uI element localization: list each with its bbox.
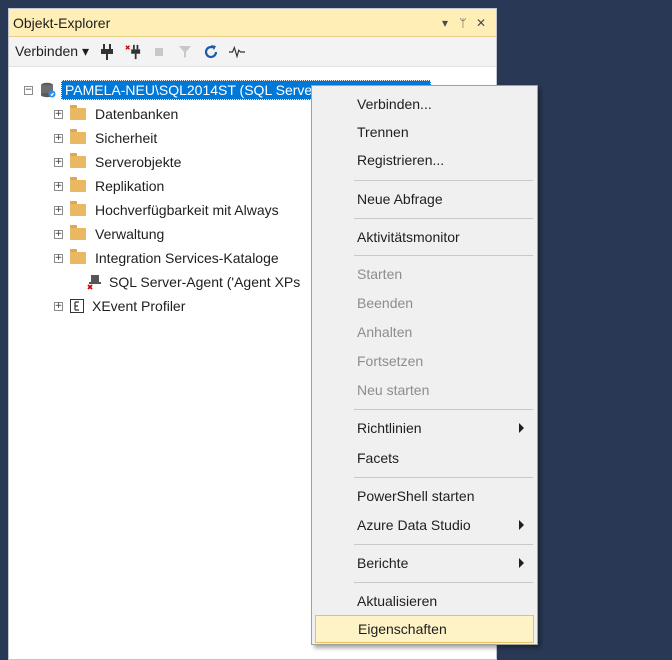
menu-item-label: Neue Abfrage [357, 191, 443, 207]
menu-separator [354, 582, 533, 583]
submenu-arrow-icon [519, 558, 524, 568]
menu-item-label: Aktualisieren [357, 593, 438, 609]
menu-item-properties[interactable]: Eigenschaften [315, 615, 534, 643]
tree-node-replication[interactable]: + Replikation [54, 175, 164, 197]
explorer-toolbar: Verbinden ▾ [9, 37, 496, 67]
menu-separator [354, 477, 533, 478]
tree-node-label: Serverobjekte [95, 154, 182, 170]
submenu-arrow-icon [519, 520, 524, 530]
menu-item-label: Anhalten [357, 324, 413, 340]
menu-item-facets[interactable]: Facets [315, 444, 534, 472]
tree-node-server-objects[interactable]: + Serverobjekte [54, 151, 181, 173]
panel-title-bar: Objekt-Explorer ▾ ᛘ ✕ [9, 9, 496, 37]
stop-icon[interactable] [151, 44, 167, 60]
expand-icon[interactable]: + [54, 229, 63, 239]
menu-separator [354, 409, 533, 410]
menu-separator [354, 218, 533, 219]
expand-icon[interactable]: + [54, 133, 63, 143]
menu-item-label: Azure Data Studio [357, 517, 471, 533]
menu-item-register[interactable]: Registrieren... [315, 146, 534, 174]
folder-icon [70, 201, 86, 216]
tree-node-management[interactable]: + Verwaltung [54, 223, 164, 245]
menu-item-label: Eigenschaften [358, 621, 447, 637]
menu-item-label: Berichte [357, 555, 409, 571]
folder-icon [70, 153, 86, 168]
refresh-icon[interactable] [203, 44, 219, 60]
expand-icon[interactable]: + [54, 253, 63, 263]
tree-node-always-on[interactable]: + Hochverfügbarkeit mit Always [54, 199, 279, 221]
menu-item-label: Facets [357, 450, 400, 466]
tree-node-label: SQL Server-Agent ('Agent XPs [109, 274, 301, 290]
folder-icon [70, 249, 86, 264]
collapse-icon[interactable]: − [24, 85, 33, 95]
menu-item-pause: Anhalten [315, 318, 534, 346]
menu-item-resume: Fortsetzen [315, 347, 534, 375]
menu-item-label: Fortsetzen [357, 353, 424, 369]
menu-item-label: Richtlinien [357, 420, 422, 436]
activity-monitor-icon[interactable] [228, 44, 245, 60]
menu-item-disconnect[interactable]: Trennen [315, 118, 534, 146]
menu-item-label: Verbinden... [357, 96, 432, 112]
folder-icon [70, 129, 86, 144]
menu-separator [354, 544, 533, 545]
menu-item-label: PowerShell starten [357, 488, 475, 504]
menu-item-label: Registrieren... [357, 152, 445, 168]
disconnect-icon[interactable] [125, 44, 141, 60]
pin-icon[interactable]: ᛘ [454, 16, 472, 30]
tree-node-label: XEvent Profiler [92, 298, 186, 314]
submenu-arrow-icon [519, 423, 524, 433]
menu-item-activity-monitor[interactable]: Aktivitätsmonitor [315, 223, 534, 251]
menu-item-new-query[interactable]: Neue Abfrage [315, 185, 534, 213]
folder-icon [70, 225, 86, 240]
expand-icon[interactable]: + [54, 181, 63, 191]
menu-item-stop: Beenden [315, 289, 534, 317]
menu-item-label: Aktivitätsmonitor [357, 229, 460, 245]
server-context-menu: Verbinden... Trennen Registrieren... Neu… [311, 85, 538, 645]
menu-item-restart: Neu starten [315, 376, 534, 404]
folder-icon [70, 105, 86, 120]
tree-node-label: Replikation [95, 178, 165, 194]
menu-item-label: Beenden [357, 295, 414, 311]
menu-separator [354, 255, 533, 256]
tree-node-databases[interactable]: + Datenbanken [54, 103, 178, 125]
menu-item-reports[interactable]: Berichte [315, 549, 534, 577]
expand-icon[interactable]: + [54, 157, 63, 167]
menu-item-powershell[interactable]: PowerShell starten [315, 482, 534, 510]
expand-icon[interactable]: + [54, 205, 63, 215]
xevent-icon [70, 299, 84, 313]
expand-icon[interactable]: + [54, 109, 63, 119]
filter-icon[interactable] [177, 44, 193, 60]
folder-icon [70, 177, 86, 192]
tree-node-security[interactable]: + Sicherheit [54, 127, 157, 149]
expand-icon[interactable]: + [54, 301, 63, 311]
tree-node-label: Datenbanken [95, 106, 179, 122]
tree-node-label: Verwaltung [95, 226, 165, 242]
menu-item-start: Starten [315, 260, 534, 288]
menu-item-label: Neu starten [357, 382, 430, 398]
menu-item-label: Starten [357, 266, 403, 282]
connect-dropdown-button[interactable]: Verbinden ▾ [15, 43, 89, 60]
tree-node-xevent-profiler[interactable]: + XEvent Profiler [54, 295, 185, 317]
menu-item-azure-data-studio[interactable]: Azure Data Studio [315, 511, 534, 539]
connect-plug-icon[interactable] [99, 43, 115, 60]
menu-separator [354, 180, 533, 181]
menu-item-label: Trennen [357, 124, 409, 140]
tree-node-label: Hochverfügbarkeit mit Always [95, 202, 279, 218]
panel-title: Objekt-Explorer [13, 14, 111, 31]
menu-item-refresh[interactable]: Aktualisieren [315, 587, 534, 615]
tree-node-label: Integration Services-Kataloge [95, 250, 279, 266]
menu-item-connect[interactable]: Verbinden... [315, 90, 534, 118]
agent-disabled-icon [87, 274, 103, 290]
menu-item-policies[interactable]: Richtlinien [315, 414, 534, 442]
tree-node-integration-services[interactable]: + Integration Services-Kataloge [54, 247, 279, 269]
tree-node-sql-agent[interactable]: SQL Server-Agent ('Agent XPs [87, 271, 300, 293]
server-icon [40, 82, 56, 98]
dropdown-icon[interactable]: ▾ [436, 16, 454, 30]
close-icon[interactable]: ✕ [472, 16, 490, 30]
tree-node-label: Sicherheit [95, 130, 158, 146]
